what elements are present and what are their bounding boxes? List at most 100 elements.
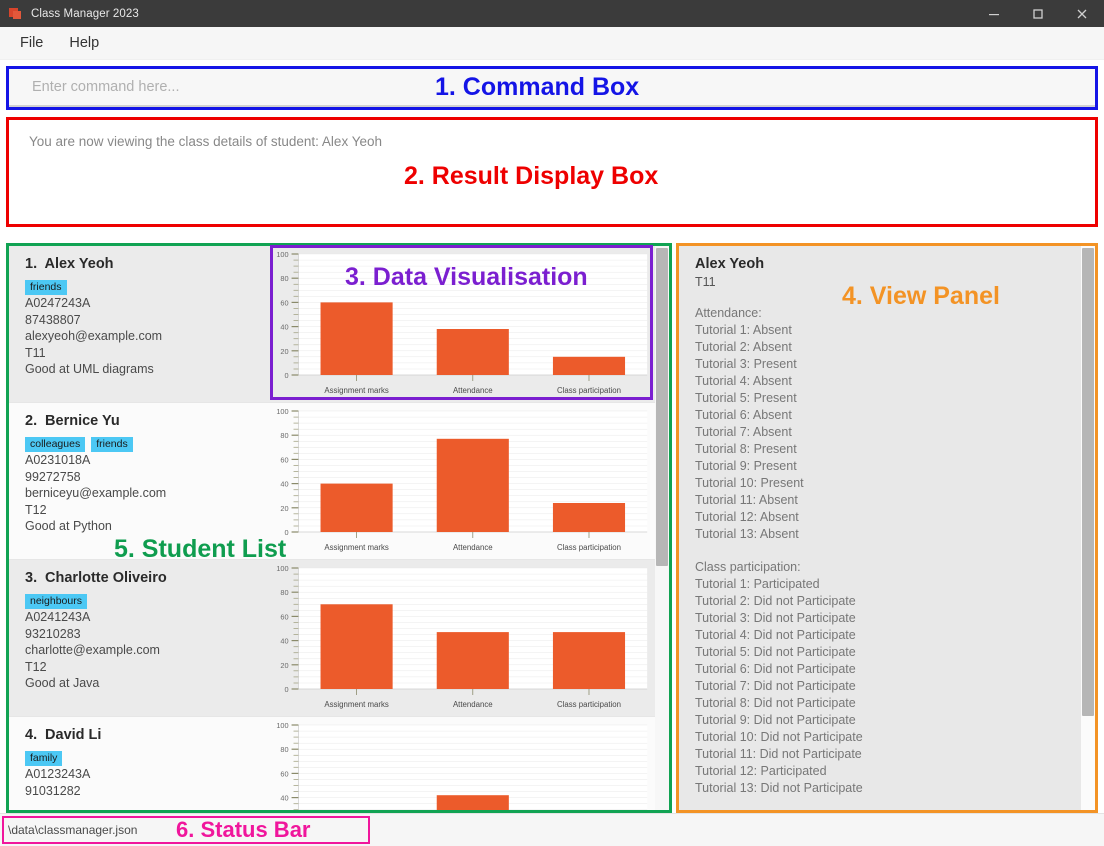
student-tutorial: T12 [25,502,47,517]
menu-bar: File Help [0,27,1104,60]
student-email: berniceyu@example.com [25,486,167,500]
student-phone: 87438807 [25,312,81,327]
student-name-text: Alex Yeoh [41,256,114,272]
app-logo-icon [9,7,23,21]
window-title: Class Manager 2023 [31,7,139,20]
student-tag: family [25,751,63,766]
attendance-rows: Tutorial 1: Absent Tutorial 2: Absent Tuto… [695,322,1095,543]
student-list-scrollbar-thumb[interactable] [656,248,668,566]
student-comment: Good at Java [25,676,100,690]
student-card[interactable]: 3. Charlotte Oliveiro neighbours A0241243A… [9,560,655,717]
annotation-label-command-box: 1. Command Box [435,73,640,101]
svg-text:100: 100 [276,407,288,416]
student-phone: 93210283 [25,626,81,641]
student-index: 1. [25,256,38,272]
svg-text:Assignment marks: Assignment marks [324,543,388,552]
participation-row: Tutorial 12: Participated [695,764,827,778]
close-icon[interactable] [1060,0,1104,27]
student-index: 4. [25,727,38,743]
svg-text:Class participation: Class participation [557,543,621,552]
student-card[interactable]: 4. David LifamilyA0123243A91031282020406… [9,717,655,810]
view-panel-scrollbar[interactable] [1081,246,1095,810]
view-panel-scrollbar-thumb[interactable] [1082,248,1094,716]
svg-text:20: 20 [280,504,288,513]
annotation-label-data-visualisation: 3. Data Visualisation [345,263,588,291]
attendance-row: Tutorial 4: Absent [695,374,792,388]
student-tutorial: T11 [25,345,46,360]
svg-text:Attendance: Attendance [453,700,493,709]
view-panel-content: Alex Yeoh T11 Attendance: Tutorial 1: Ab… [679,246,1095,797]
attendance-row: Tutorial 12: Absent [695,510,799,524]
student-email: alexyeoh@example.com [25,329,163,343]
student-tag: neighbours [25,594,87,609]
student-name: 2. Bernice Yu [25,413,267,429]
student-comment: Good at UML diagrams [25,362,154,376]
menu-item-help[interactable]: Help [59,32,109,54]
svg-text:20: 20 [280,661,288,670]
participation-section: Class participation: Tutorial 1: Partici… [695,559,1095,797]
student-card[interactable]: 2. Bernice Yu colleagues friends A0231018A 9… [9,403,655,560]
minimize-icon[interactable] [972,0,1016,27]
student-comment: Good at Python [25,519,112,533]
student-tags: neighbours [25,591,267,609]
command-input-placeholder[interactable]: Enter command here... [32,79,180,95]
student-tag: friends [91,437,133,452]
student-id: A0241243A [25,610,91,624]
attendance-row: Tutorial 5: Present [695,391,797,405]
participation-row: Tutorial 11: Did not Participate [695,747,862,761]
svg-text:Assignment marks: Assignment marks [324,700,388,709]
title-bar: Class Manager 2023 [0,0,1104,27]
annotation-label-student-list: 5. Student List [114,535,287,563]
attendance-row: Tutorial 3: Present [695,357,797,371]
attendance-row: Tutorial 6: Absent [695,408,792,422]
student-bar-chart: 020406080100Assignment marksAttendanceCl… [267,560,655,717]
svg-text:40: 40 [280,794,288,803]
svg-text:40: 40 [280,637,288,646]
participation-row: Tutorial 1: Participated [695,577,820,591]
student-tags: family [25,748,267,766]
student-phone: 91031282 [25,783,81,798]
svg-text:40: 40 [280,480,288,489]
student-name-text: Charlotte Oliveiro [41,570,167,586]
attendance-row: Tutorial 11: Absent [695,493,798,507]
window-controls [972,0,1104,27]
student-list-scrollbar[interactable] [655,246,669,810]
annotation-label-status-bar: 6. Status Bar [176,817,311,842]
student-tag: friends [25,280,67,295]
participation-row: Tutorial 9: Did not Participate [695,713,856,727]
attendance-row: Tutorial 13: Absent [695,527,799,541]
student-name-text: David Li [41,727,102,743]
svg-text:80: 80 [280,588,288,597]
attendance-row: Tutorial 2: Absent [695,340,792,354]
annotation-label-result-display: 2. Result Display Box [404,162,659,190]
svg-text:60: 60 [280,455,288,464]
status-bar-path: \data\classmanager.json [8,823,138,837]
participation-heading: Class participation: [695,560,801,574]
student-name: 4. David Li [25,727,267,743]
svg-text:Attendance: Attendance [453,543,493,552]
menu-item-file[interactable]: File [10,32,53,54]
student-id: A0231018A [25,453,91,467]
result-display-text: You are now viewing the class details of… [29,134,382,149]
participation-rows: Tutorial 1: Participated Tutorial 2: Did … [695,576,1095,797]
student-bar-chart: 020406080100Assignment marksAttendanceCl… [267,717,655,810]
participation-row: Tutorial 3: Did not Participate [695,611,856,625]
participation-row: Tutorial 8: Did not Participate [695,696,856,710]
student-email: charlotte@example.com [25,643,160,657]
student-card-info: 1. Alex Yeoh friends A0247243A 87438807 alex… [9,246,267,402]
student-tutorial: T12 [25,659,47,674]
student-id: A0123243A [25,767,91,781]
svg-text:100: 100 [276,564,288,573]
attendance-row: Tutorial 9: Present [695,459,797,473]
student-card-info: 4. David Li family A0123243A 91031282 [9,717,267,810]
attendance-row: Tutorial 1: Absent [695,323,792,337]
student-card-info: 3. Charlotte Oliveiro neighbours A0241243A… [9,560,267,716]
student-tag: colleagues [25,437,86,452]
student-index: 2. [25,413,38,429]
attendance-row: Tutorial 10: Present [695,476,804,490]
svg-text:60: 60 [280,769,288,778]
maximize-icon[interactable] [1016,0,1060,27]
svg-text:Class participation: Class participation [557,700,621,709]
student-id: A0247243A [25,296,91,310]
attendance-row: Tutorial 8: Present [695,442,797,456]
